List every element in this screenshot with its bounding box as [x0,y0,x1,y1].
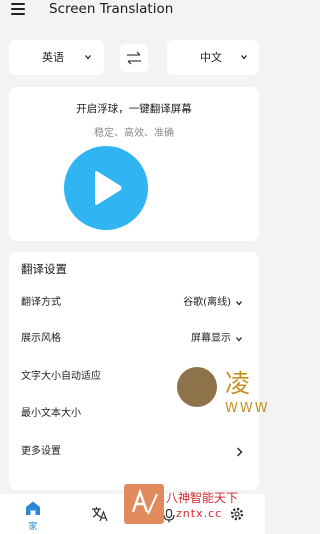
hero-subtitle: 稳定、高效、准确 [94,128,174,139]
chevron-right-icon [237,447,243,457]
nav-home-label: 家 [28,522,38,532]
watermark-logo [177,367,217,407]
hero-title: 开启浮球，一键翻译屏幕 [76,103,192,115]
app-bar: Screen Translation [0,0,265,22]
start-floating-ball-button[interactable] [64,146,148,230]
chevron-down-icon [236,337,242,342]
brand-url: zntx.cc [176,507,223,520]
row-value: 屏幕显示 [191,333,231,344]
translation-method-row[interactable]: 翻译方式 谷歌(离线) [9,288,259,318]
site-watermark: 凌 WWW [174,364,268,420]
chevron-down-icon [241,55,247,60]
nav-translate[interactable] [91,506,109,526]
app-title: Screen Translation [49,1,174,17]
target-language-label: 中文 [200,51,222,64]
watermark-www: WWW [225,401,270,416]
target-language-select[interactable]: 中文 [167,40,259,75]
translate-icon [92,507,108,522]
source-language-label: 英语 [42,51,64,64]
row-label: 展示风格 [21,333,61,344]
display-style-row[interactable]: 展示风格 屏幕显示 [9,324,259,354]
row-label: 翻译方式 [21,297,61,308]
brand-logo-icon [124,484,164,524]
row-label: 更多设置 [21,446,61,457]
swap-icon [127,51,141,65]
chevron-down-icon [236,301,242,306]
brand-watermark: 八神智能天下 zntx.cc [124,484,265,524]
play-icon [95,171,122,205]
swap-languages-button[interactable] [120,44,148,72]
nav-home[interactable]: 家 [21,500,45,532]
more-settings-row[interactable]: 更多设置 [9,437,259,467]
language-row: 英语 中文 [9,40,259,75]
row-label: 文字大小自动适应 [21,371,101,382]
brand-text: 八神智能天下 [166,491,239,505]
row-value: 谷歌(离线) [183,297,231,308]
row-label: 最小文本大小 [21,408,81,419]
chevron-down-icon [85,55,91,60]
home-icon [26,501,40,515]
floating-ball-card: 开启浮球，一键翻译屏幕 稳定、高效、准确 [9,87,259,241]
menu-icon[interactable] [11,3,25,15]
watermark-char: 凌 [225,369,251,398]
settings-title: 翻译设置 [21,262,67,276]
source-language-select[interactable]: 英语 [9,40,104,75]
